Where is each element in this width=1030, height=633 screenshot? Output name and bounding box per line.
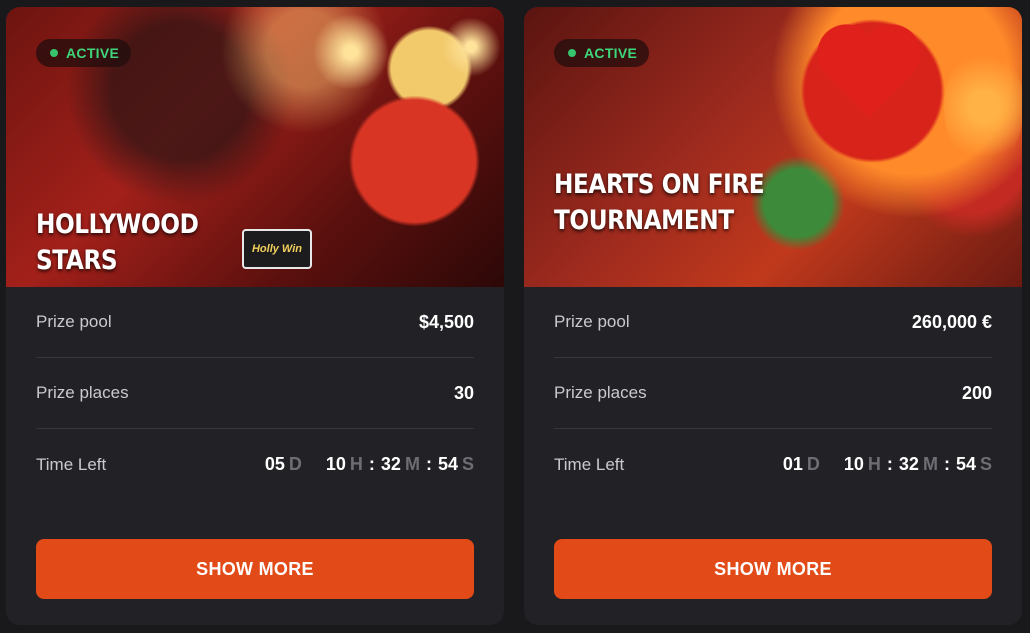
status-badge: ACTIVE	[554, 39, 650, 67]
prize-places-row: Prize places 200	[554, 358, 992, 429]
status-dot-icon	[50, 49, 58, 57]
timer-hours: 10	[843, 454, 864, 474]
timer-days: 05	[264, 454, 285, 474]
prize-places-value: 30	[453, 382, 474, 403]
show-more-button[interactable]: SHOW MORE	[36, 539, 474, 599]
timer-days: 01	[782, 454, 803, 474]
timer-days-unit: D	[288, 454, 302, 474]
prize-pool-label: Prize pool	[36, 312, 112, 331]
timer-hours-unit: H	[349, 454, 363, 474]
timer-seconds: 54	[955, 454, 976, 474]
holly-win-logo: Holly Win	[242, 229, 312, 269]
timer-separator: :	[886, 454, 893, 474]
time-left-label: Time Left	[36, 454, 107, 474]
timer-separator: :	[943, 454, 950, 474]
countdown-timer: 01 D 10 H : 32 M : 54 S	[783, 454, 992, 475]
tournament-title: HEARTS ON FIRE TOURNAMENT	[554, 169, 765, 236]
prize-places-value: 200	[961, 382, 992, 403]
prize-pool-row: Prize pool 260,000 €	[554, 287, 992, 358]
prize-pool-value: 260,000 €	[911, 311, 992, 332]
prize-places-label: Prize places	[36, 383, 129, 402]
countdown-timer: 05 D 10 H : 32 M : 54 S	[265, 454, 474, 475]
tournament-card: ACTIVE HEARTS ON FIRE TOURNAMENT Prize p…	[524, 7, 1022, 625]
tournament-banner-image[interactable]: ACTIVE HEARTS ON FIRE TOURNAMENT	[524, 7, 1022, 287]
time-left-row: Time Left 01 D 10 H : 32 M : 54 S	[554, 429, 992, 500]
show-more-button[interactable]: SHOW MORE	[554, 539, 992, 599]
tournament-card: ACTIVE HOLLYWOOD STARS Holly Win Prize p…	[6, 7, 504, 625]
timer-minutes-unit: M	[404, 454, 420, 474]
time-left-label: Time Left	[554, 454, 625, 474]
time-left-row: Time Left 05 D 10 H : 32 M : 54 S	[36, 429, 474, 500]
prize-places-label: Prize places	[554, 383, 647, 402]
tournament-info: Prize pool $4,500 Prize places 30 Time L…	[6, 287, 504, 500]
timer-minutes-unit: M	[922, 454, 938, 474]
heart-decoration	[814, 27, 924, 127]
tournament-grid: ACTIVE HOLLYWOOD STARS Holly Win Prize p…	[0, 0, 1030, 633]
timer-separator: :	[425, 454, 432, 474]
tournament-title: HOLLYWOOD STARS	[36, 209, 199, 276]
timer-minutes: 32	[898, 454, 919, 474]
status-label: ACTIVE	[66, 45, 120, 61]
prize-places-row: Prize places 30	[36, 358, 474, 429]
timer-hours-unit: H	[867, 454, 881, 474]
status-dot-icon	[568, 49, 576, 57]
fireworks-decoration	[306, 7, 396, 97]
timer-seconds-unit: S	[461, 454, 474, 474]
fireworks-decoration	[436, 12, 504, 82]
prize-pool-row: Prize pool $4,500	[36, 287, 474, 358]
timer-days-unit: D	[806, 454, 820, 474]
prize-pool-value: $4,500	[418, 311, 474, 332]
logo-text: Holly Win	[251, 243, 302, 255]
timer-separator: :	[368, 454, 375, 474]
timer-seconds-unit: S	[979, 454, 992, 474]
timer-minutes: 32	[380, 454, 401, 474]
timer-hours: 10	[325, 454, 346, 474]
tournament-info: Prize pool 260,000 € Prize places 200 Ti…	[524, 287, 1022, 500]
status-label: ACTIVE	[584, 45, 638, 61]
prize-pool-label: Prize pool	[554, 312, 630, 331]
tournament-banner-image[interactable]: ACTIVE HOLLYWOOD STARS Holly Win	[6, 7, 504, 287]
timer-seconds: 54	[437, 454, 458, 474]
status-badge: ACTIVE	[36, 39, 132, 67]
flame-decoration	[944, 47, 1022, 167]
